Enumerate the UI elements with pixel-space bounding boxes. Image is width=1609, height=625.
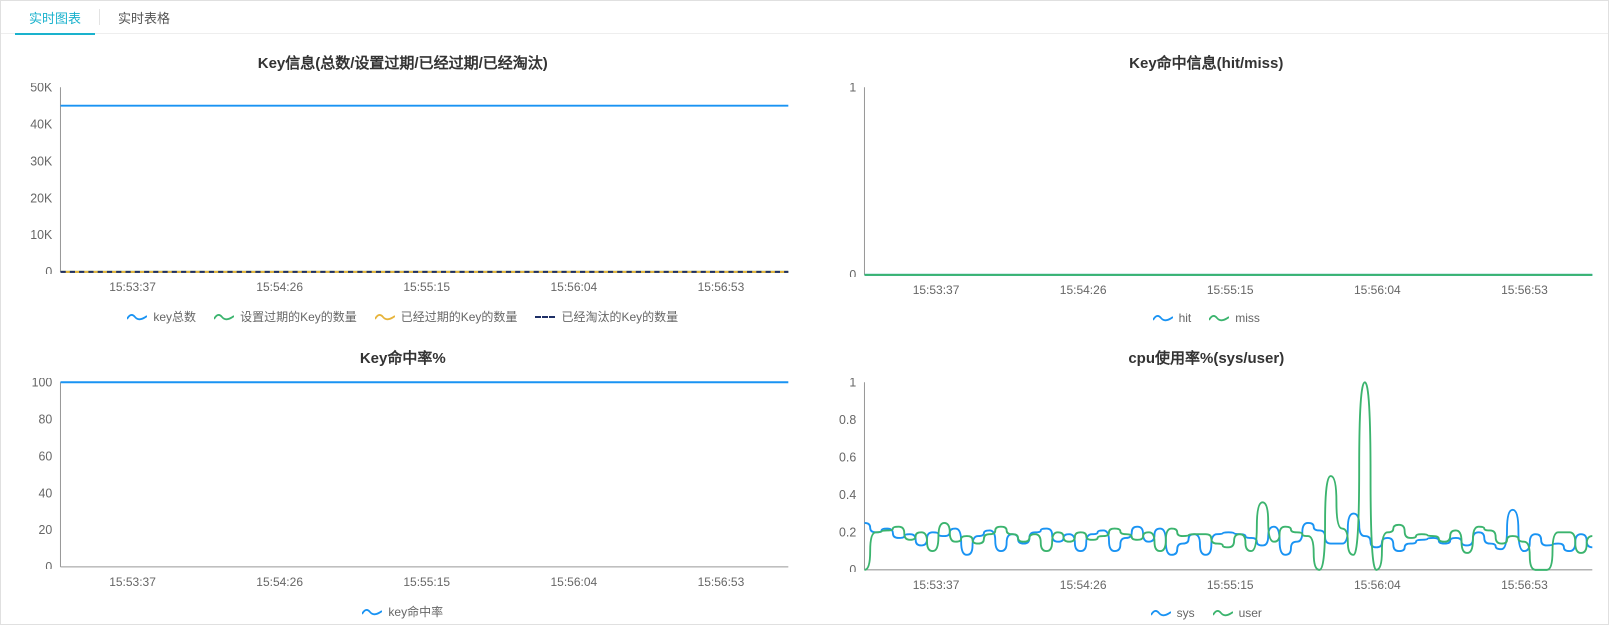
legend-label: hit	[1179, 311, 1192, 325]
x-tick: 15:54:26	[256, 575, 303, 589]
x-axis-ticks: 15:53:37 15:54:26 15:55:15 15:56:04 15:56:53	[59, 280, 795, 294]
legend-label: user	[1239, 606, 1262, 620]
chart-cpu: cpu使用率%(sys/user) 0 0.2 0.4 0.6 0.8 1 15:53:37…	[805, 329, 1609, 624]
legend-item[interactable]: 设置过期的Key的数量	[214, 308, 357, 325]
chart-key-hit: Key命中信息(hit/miss)01 15:53:3715:54:2615:5…	[805, 34, 1609, 329]
x-tick: 15:54:26	[1060, 283, 1107, 297]
chart-title: Key信息(总数/设置过期/已经过期/已经淘汰)	[11, 52, 795, 73]
svg-text:0: 0	[45, 560, 52, 569]
svg-text:0.8: 0.8	[839, 413, 856, 427]
svg-text:0.6: 0.6	[839, 450, 856, 464]
x-tick: 15:53:37	[109, 575, 156, 589]
tab-label: 实时图表	[29, 8, 81, 27]
chart-legend: key总数 设置过期的Key的数量 已经过期的Key的数量 已经淘汰的Key的数量	[11, 308, 795, 325]
x-tick: 15:56:04	[550, 575, 597, 589]
x-tick: 15:56:04	[1354, 578, 1401, 592]
legend-label: key总数	[153, 308, 196, 325]
tab-separator	[99, 9, 100, 25]
x-tick: 15:53:37	[109, 280, 156, 294]
svg-text:1: 1	[849, 83, 856, 95]
chart-legend: key命中率	[11, 603, 795, 620]
x-tick: 15:53:37	[913, 283, 960, 297]
legend-item[interactable]: 已经淘汰的Key的数量	[535, 308, 678, 325]
svg-text:100: 100	[32, 378, 53, 390]
svg-text:20: 20	[38, 523, 52, 537]
svg-text:40: 40	[38, 486, 52, 500]
chart-hitrate: Key命中率%020406080100 15:53:3715:54:2615:5…	[1, 329, 805, 624]
x-tick: 15:56:53	[1501, 283, 1548, 297]
x-axis-ticks: 15:53:37 15:54:26 15:55:15 15:56:04 15:56:53	[863, 283, 1599, 297]
x-tick: 15:55:15	[403, 575, 450, 589]
legend-label: sys	[1177, 606, 1195, 620]
svg-text:0: 0	[849, 268, 856, 277]
legend-label: miss	[1235, 311, 1260, 325]
svg-text:50K: 50K	[30, 83, 53, 95]
svg-text:0: 0	[849, 563, 856, 572]
legend-label: 已经淘汰的Key的数量	[561, 308, 678, 325]
x-axis-ticks: 15:53:37 15:54:26 15:55:15 15:56:04 15:56:53	[863, 578, 1599, 592]
x-tick: 15:56:04	[1354, 283, 1401, 297]
dashboard-frame: 实时图表 实时表格 Key信息(总数/设置过期/已经过期/已经淘汰) 0 10K 20…	[0, 0, 1609, 625]
chart-title: Key命中信息(hit/miss)	[815, 52, 1599, 73]
legend-item[interactable]: key命中率	[362, 603, 443, 620]
svg-text:40K: 40K	[30, 117, 53, 131]
legend-item[interactable]: user	[1213, 606, 1262, 620]
charts-grid: Key信息(总数/设置过期/已经过期/已经淘汰) 0 10K 20K 30K 40K 50K…	[1, 34, 1608, 624]
x-tick: 15:53:37	[913, 578, 960, 592]
chart-plot: 0 10K 20K 30K 40K 50K	[11, 83, 795, 274]
chart-title: cpu使用率%(sys/user)	[815, 347, 1599, 368]
legend-item[interactable]: 已经过期的Key的数量	[375, 308, 518, 325]
svg-text:60: 60	[38, 449, 52, 463]
chart-plot: 0 20 40 60 80 100	[11, 378, 795, 569]
tab-bar: 实时图表 实时表格	[1, 1, 1608, 34]
chart-title: Key命中率%	[11, 347, 795, 368]
legend-dash-icon	[535, 316, 555, 318]
chart-legend: sys user	[815, 606, 1599, 620]
x-tick: 15:55:15	[1207, 283, 1254, 297]
x-tick: 15:56:53	[1501, 578, 1548, 592]
x-tick: 15:54:26	[256, 280, 303, 294]
svg-text:10K: 10K	[30, 228, 53, 242]
legend-item[interactable]: sys	[1151, 606, 1195, 620]
svg-text:0.2: 0.2	[839, 525, 856, 539]
svg-text:1: 1	[849, 378, 856, 390]
x-tick: 15:56:53	[698, 575, 745, 589]
legend-item[interactable]: miss	[1209, 311, 1260, 325]
x-tick: 15:56:53	[698, 280, 745, 294]
x-axis-ticks: 15:53:37 15:54:26 15:55:15 15:56:04 15:56:53	[59, 575, 795, 589]
legend-item[interactable]: hit	[1153, 311, 1192, 325]
chart-key-info: Key信息(总数/设置过期/已经过期/已经淘汰) 0 10K 20K 30K 40K 50K…	[1, 34, 805, 329]
x-tick: 15:55:15	[1207, 578, 1254, 592]
tab-label: 实时表格	[118, 8, 170, 27]
x-tick: 15:55:15	[403, 280, 450, 294]
legend-label: key命中率	[388, 603, 443, 620]
tab-realtime-table[interactable]: 实时表格	[118, 1, 170, 34]
svg-text:80: 80	[38, 412, 52, 426]
svg-text:0.4: 0.4	[839, 488, 856, 502]
legend-label: 已经过期的Key的数量	[401, 308, 518, 325]
chart-legend: hit miss	[815, 311, 1599, 325]
svg-text:30K: 30K	[30, 154, 53, 168]
chart-plot: 01	[815, 83, 1599, 277]
svg-text:0: 0	[45, 265, 52, 274]
tab-realtime-chart[interactable]: 实时图表	[29, 1, 81, 34]
x-tick: 15:56:04	[550, 280, 597, 294]
legend-label: 设置过期的Key的数量	[240, 308, 357, 325]
x-tick: 15:54:26	[1060, 578, 1107, 592]
chart-plot: 0 0.2 0.4 0.6 0.8 1	[815, 378, 1599, 572]
legend-item[interactable]: key总数	[127, 308, 196, 325]
svg-text:20K: 20K	[30, 191, 53, 205]
